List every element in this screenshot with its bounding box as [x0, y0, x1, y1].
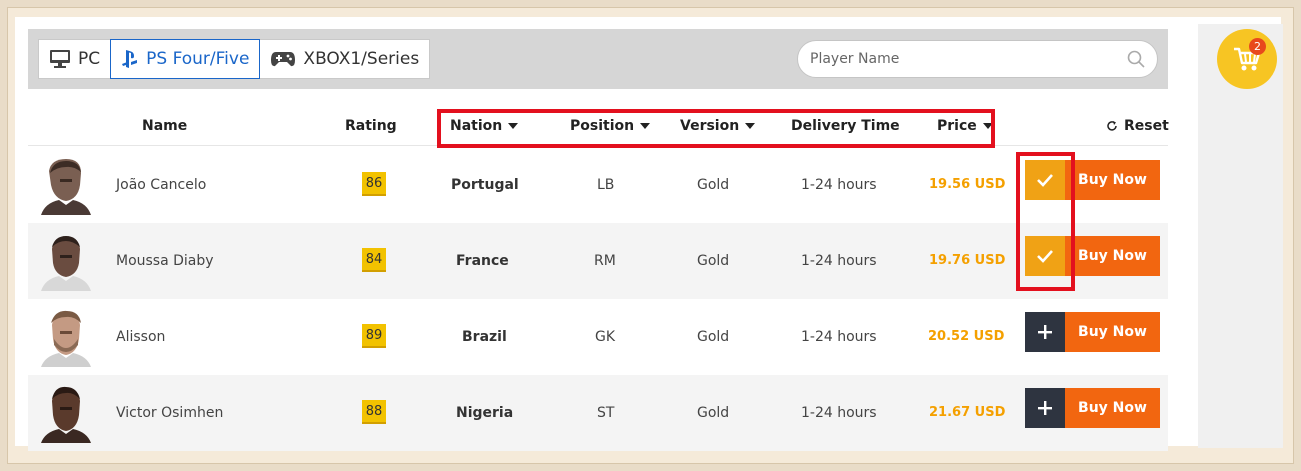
player-nation: Portugal: [451, 177, 519, 193]
player-nation: France: [456, 253, 509, 269]
buy-now-button[interactable]: Buy Now: [1065, 312, 1160, 352]
player-price: 19.76 USD: [929, 253, 1006, 268]
table-row: Victor Osimhen 88 Nigeria ST Gold 1-24 h…: [28, 375, 1168, 451]
player-name[interactable]: João Cancelo: [116, 177, 206, 193]
player-position: ST: [597, 405, 615, 421]
player-portrait-image: [41, 236, 91, 291]
tab-xbox[interactable]: XBOX1/Series: [259, 39, 431, 79]
cart-button[interactable]: 2: [1217, 29, 1277, 89]
platform-tabs: PC PS Four/Five XBOX1/Series: [38, 39, 431, 79]
player-price: 19.56 USD: [929, 177, 1006, 192]
header-name-label: Name: [142, 118, 188, 134]
player-position: GK: [595, 329, 616, 345]
gamepad-icon: [271, 52, 296, 67]
tab-ps-label: PS Four/Five: [146, 49, 250, 69]
rating-badge: 88: [362, 400, 386, 424]
tab-ps[interactable]: PS Four/Five: [110, 39, 261, 79]
plus-icon: [1038, 401, 1052, 415]
sort-filters-highlight: [437, 109, 995, 148]
header-rating: Rating: [345, 118, 397, 134]
player-name[interactable]: Victor Osimhen: [116, 405, 223, 421]
buy-now-button[interactable]: Buy Now: [1065, 236, 1160, 276]
tab-pc-label: PC: [78, 49, 101, 69]
player-portrait-image: [41, 310, 91, 367]
player-version: Gold: [697, 405, 730, 421]
rating-badge: 89: [362, 324, 386, 348]
player-portrait-image: [41, 159, 91, 215]
player-position: RM: [594, 253, 616, 269]
buy-now-button[interactable]: Buy Now: [1065, 388, 1160, 428]
search-input[interactable]: [810, 51, 1127, 67]
table-row: Alisson 89 Brazil GK Gold 1-24 hours 20.…: [28, 299, 1168, 375]
delivery-time: 1-24 hours: [801, 253, 877, 269]
tab-pc[interactable]: PC: [38, 39, 112, 79]
header-rating-label: Rating: [345, 118, 397, 134]
player-price: 20.52 USD: [928, 329, 1005, 344]
add-to-cart-button[interactable]: [1025, 312, 1065, 352]
tab-xbox-label: XBOX1/Series: [303, 49, 420, 69]
search-icon[interactable]: [1127, 50, 1145, 68]
table-row: João Cancelo 86 Portugal LB Gold 1-24 ho…: [28, 147, 1168, 223]
player-nation: Nigeria: [456, 405, 514, 421]
player-version: Gold: [697, 177, 730, 193]
add-to-cart-button[interactable]: [1025, 388, 1065, 428]
delivery-time: 1-24 hours: [801, 329, 877, 345]
player-name[interactable]: Moussa Diaby: [116, 253, 214, 269]
player-version: Gold: [697, 329, 730, 345]
player-version: Gold: [697, 253, 730, 269]
playstation-icon: [122, 50, 138, 68]
rating-badge: 86: [362, 172, 386, 196]
selected-toggles-highlight: [1016, 152, 1075, 291]
reset-button[interactable]: Reset: [1106, 118, 1169, 134]
monitor-icon: [50, 50, 70, 68]
delivery-time: 1-24 hours: [801, 177, 877, 193]
cart-count-badge: 2: [1249, 38, 1266, 55]
player-nation: Brazil: [462, 329, 507, 345]
rating-badge: 84: [362, 248, 386, 272]
refresh-icon: [1107, 121, 1117, 131]
player-portrait-image: [41, 386, 91, 443]
delivery-time: 1-24 hours: [801, 405, 877, 421]
plus-icon: [1038, 325, 1052, 339]
buy-now-button[interactable]: Buy Now: [1065, 160, 1160, 200]
player-price: 21.67 USD: [929, 405, 1006, 420]
player-search: [797, 40, 1158, 78]
player-name[interactable]: Alisson: [116, 329, 165, 345]
player-position: LB: [597, 177, 615, 193]
reset-label: Reset: [1124, 118, 1169, 134]
table-row: Moussa Diaby 84 France RM Gold 1-24 hour…: [28, 223, 1168, 299]
header-name: Name: [142, 118, 187, 134]
